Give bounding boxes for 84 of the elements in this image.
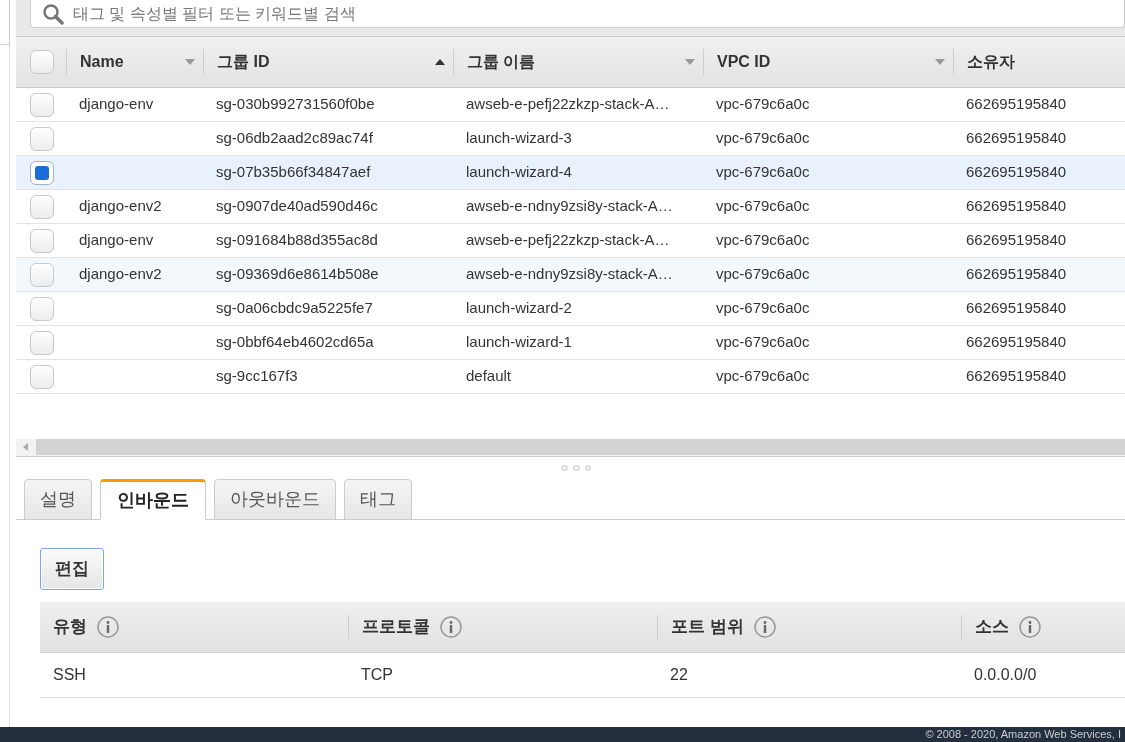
table-cell: awseb-e-ndny9zsi8y-stack-A… bbox=[466, 265, 673, 283]
column-header: 포트 범위 bbox=[671, 615, 744, 638]
resize-handle-icon[interactable] bbox=[560, 464, 591, 471]
table-cell: 662695195840 bbox=[966, 367, 1067, 385]
column-header[interactable]: 소유자 bbox=[967, 50, 1015, 74]
table-cell: awseb-e-ndny9zsi8y-stack-A… bbox=[466, 197, 673, 215]
table-cell: 662695195840 bbox=[966, 231, 1067, 249]
column-header[interactable]: Name bbox=[80, 50, 124, 74]
column-header[interactable]: VPC ID bbox=[717, 50, 771, 74]
column-header: 소스 bbox=[975, 615, 1009, 638]
table-cell: sg-09369d6e8614b508e bbox=[216, 265, 379, 283]
checkbox[interactable] bbox=[29, 364, 54, 389]
table-cell: vpc-679c6a0c bbox=[716, 95, 810, 113]
checkbox[interactable] bbox=[29, 50, 54, 74]
table-cell: vpc-679c6a0c bbox=[716, 333, 810, 351]
table-cell: default bbox=[466, 367, 512, 385]
info-icon[interactable] bbox=[753, 615, 776, 638]
info-icon[interactable] bbox=[97, 615, 119, 638]
checkbox[interactable] bbox=[29, 330, 54, 355]
info-icon[interactable] bbox=[1019, 615, 1041, 638]
table-cell: launch-wizard-3 bbox=[466, 129, 572, 147]
tab[interactable]: 태그 bbox=[344, 478, 412, 520]
table-cell: vpc-679c6a0c bbox=[716, 367, 810, 385]
sort-ascending-icon[interactable] bbox=[435, 59, 445, 65]
sort-caret-icon[interactable] bbox=[685, 59, 695, 65]
table-cell: sg-06db2aad2c89ac74f bbox=[216, 129, 373, 147]
table-cell: vpc-679c6a0c bbox=[716, 129, 810, 147]
table-cell: 662695195840 bbox=[966, 129, 1067, 147]
column-header: 유형 bbox=[53, 615, 87, 638]
table-cell: 0.0.0.0/0 bbox=[974, 665, 1037, 683]
table-cell: launch-wizard-2 bbox=[466, 299, 572, 317]
tab[interactable]: 인바운드 bbox=[100, 478, 206, 520]
table-cell: sg-9cc167f3 bbox=[216, 367, 298, 385]
table-cell: vpc-679c6a0c bbox=[716, 299, 810, 317]
horizontal-scrollbar[interactable] bbox=[16, 438, 1125, 457]
checkbox[interactable] bbox=[29, 262, 54, 287]
table-cell: 662695195840 bbox=[966, 95, 1067, 113]
table-cell: sg-091684b88d355ac8d bbox=[216, 231, 378, 249]
checkbox[interactable] bbox=[29, 296, 54, 321]
search-field[interactable]: 태그 및 속성별 필터 또는 키워드별 검색 bbox=[30, 0, 1125, 28]
table-cell: sg-07b35b66f34847aef bbox=[216, 163, 371, 181]
table-row[interactable]: sg-07b35b66f34847aef launch-wizard-4 vpc-679c6a0c 662695195840 bbox=[16, 156, 1125, 190]
table-cell: vpc-679c6a0c bbox=[716, 231, 810, 249]
table-cell: sg-0bbf64eb4602cd65a bbox=[216, 333, 374, 351]
checkbox[interactable] bbox=[29, 228, 54, 253]
table-cell: django-env2 bbox=[79, 265, 162, 283]
table-cell: sg-0907de40ad590d46c bbox=[216, 197, 378, 215]
checkbox[interactable] bbox=[29, 92, 54, 117]
table-cell: vpc-679c6a0c bbox=[716, 163, 810, 181]
table-cell: launch-wizard-4 bbox=[466, 163, 572, 181]
table-cell: vpc-679c6a0c bbox=[716, 197, 810, 215]
copyright-text: © 2008 - 2020, Amazon Web Services, I bbox=[925, 728, 1121, 741]
table-cell: 662695195840 bbox=[966, 163, 1067, 181]
table-cell: vpc-679c6a0c bbox=[716, 265, 810, 283]
search-icon bbox=[42, 3, 64, 25]
column-header: 프로토콜 bbox=[362, 615, 430, 638]
edit-button[interactable]: 편집 bbox=[40, 547, 104, 590]
tab[interactable]: 아웃바운드 bbox=[214, 478, 336, 520]
table-cell: 662695195840 bbox=[966, 265, 1067, 283]
table-cell: 662695195840 bbox=[966, 333, 1067, 351]
table-cell: django-env2 bbox=[79, 197, 162, 215]
side-panel bbox=[0, 0, 10, 45]
table-cell: 662695195840 bbox=[966, 299, 1067, 317]
sort-caret-icon[interactable] bbox=[935, 59, 945, 65]
table-cell: django-env bbox=[79, 95, 154, 113]
sort-caret-icon[interactable] bbox=[185, 59, 195, 65]
checkbox[interactable] bbox=[29, 160, 54, 185]
checkbox[interactable] bbox=[29, 126, 54, 151]
table-cell: sg-0a06cbdc9a5225fe7 bbox=[216, 299, 373, 317]
table-cell: 22 bbox=[670, 665, 688, 683]
tab[interactable]: 설명 bbox=[24, 478, 92, 520]
table-cell: django-env bbox=[79, 231, 154, 249]
column-header[interactable]: 그룹 ID bbox=[217, 50, 270, 74]
table-cell: TCP bbox=[361, 665, 393, 683]
table-cell: awseb-e-pefj22zkzp-stack-A… bbox=[466, 95, 670, 113]
table-row[interactable]: django-env2 sg-09369d6e8614b508e awseb-e-ndny9zsi8y-stack-A… vpc-679c6a0c 662695195840 bbox=[16, 258, 1125, 292]
column-header[interactable]: 그룹 이름 bbox=[467, 50, 536, 74]
info-icon[interactable] bbox=[440, 615, 462, 638]
table-cell: awseb-e-pefj22zkzp-stack-A… bbox=[466, 231, 670, 249]
checkbox[interactable] bbox=[29, 194, 54, 219]
table-cell: sg-030b992731560f0be bbox=[216, 95, 375, 113]
table-cell: 662695195840 bbox=[966, 197, 1067, 215]
table-cell: SSH bbox=[53, 665, 86, 683]
table-cell: launch-wizard-1 bbox=[466, 333, 572, 351]
